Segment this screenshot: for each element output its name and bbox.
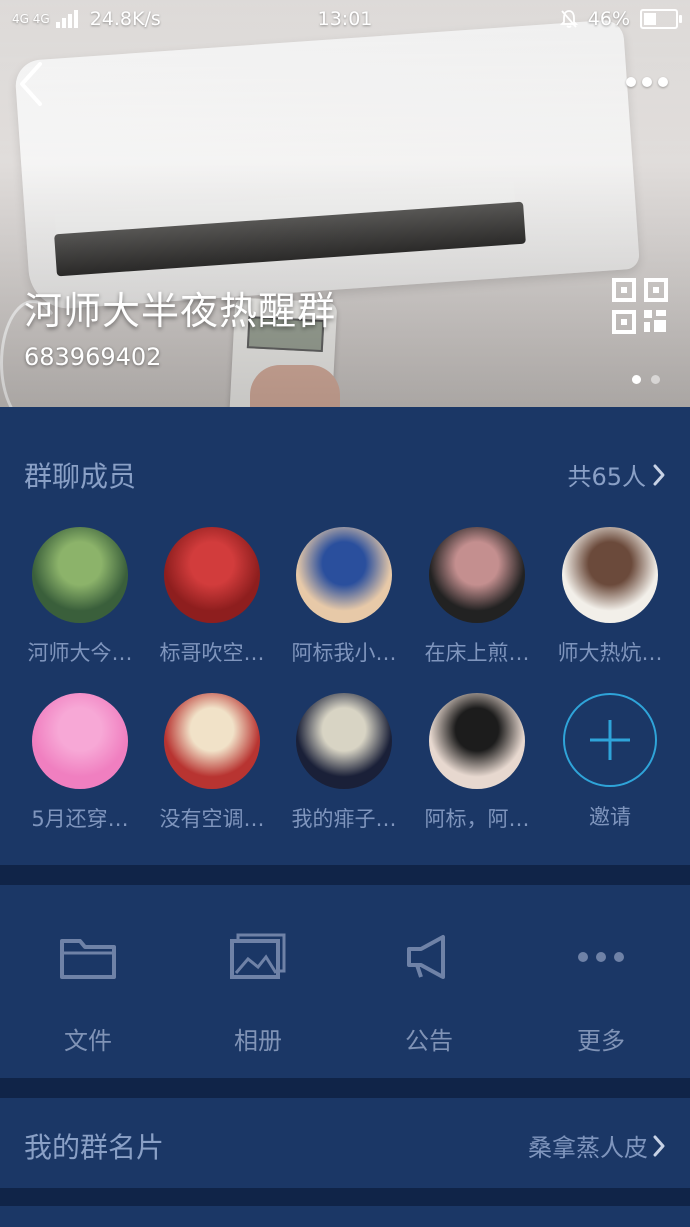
invite-member-button[interactable]: 邀请: [543, 693, 677, 831]
avatar: [296, 527, 392, 623]
folder-icon: [60, 939, 116, 979]
section-divider: [0, 865, 690, 885]
qr-code-icon: [612, 278, 668, 334]
group-id: 683969402: [24, 343, 162, 371]
chevron-right-icon: [653, 1135, 665, 1156]
dot-icon: [626, 77, 636, 87]
member-name: 阿标我小…: [291, 641, 397, 665]
avatar: [296, 693, 392, 789]
battery-percent: 46%: [587, 8, 630, 30]
page-dot-active: [632, 375, 641, 384]
album-icon: [230, 933, 286, 979]
invite-circle: [563, 693, 657, 787]
dot-icon: [642, 77, 652, 87]
member-item[interactable]: 我的痱子…: [277, 693, 411, 833]
invite-label: 邀请: [589, 805, 631, 829]
member-name: 河师大今…: [27, 641, 133, 665]
member-name: 师大热炕…: [557, 641, 663, 665]
mute-bell-icon: [559, 10, 578, 28]
members-section: 群聊成员 共65人 河师大今… 标哥吹空… 阿标我小… 在床上煎… 师大热炕… 5月还穿……: [0, 407, 690, 865]
member-item[interactable]: 标哥吹空…: [145, 527, 279, 667]
tool-album-button[interactable]: 相册: [173, 933, 343, 1056]
member-item[interactable]: 5月还穿…: [13, 693, 147, 833]
member-item[interactable]: 在床上煎…: [410, 527, 544, 667]
member-item[interactable]: 阿标，阿…: [410, 693, 544, 833]
avatar: [32, 527, 128, 623]
member-item[interactable]: 河师大今…: [13, 527, 147, 667]
my-card-value: 桑拿蒸人皮: [528, 1134, 648, 1162]
group-tools-row: 文件 相册 公告 更多: [0, 885, 690, 1078]
member-name: 阿标，阿…: [424, 807, 530, 831]
chevron-right-icon: [653, 464, 665, 485]
member-item[interactable]: 阿标我小…: [277, 527, 411, 667]
my-card-label: 我的群名片: [24, 1131, 165, 1164]
clock: 13:01: [317, 8, 373, 30]
avatar: [164, 527, 260, 623]
tool-label: 更多: [577, 1027, 625, 1055]
photo-page-indicator: [632, 375, 660, 384]
back-button[interactable]: [14, 58, 54, 110]
group-name: 河师大半夜热醒群: [24, 289, 337, 333]
tool-files-button[interactable]: 文件: [3, 933, 173, 1056]
member-name: 我的痱子…: [291, 807, 397, 831]
avatar: [429, 527, 525, 623]
group-header-photo[interactable]: 4G 4G 24.8K/s 13:01 46% 河师大半夜热醒群 6839694…: [0, 0, 690, 407]
member-name: 没有空调…: [159, 807, 265, 831]
members-count: 共65人: [567, 463, 646, 491]
plus-icon: [590, 720, 630, 760]
battery-icon: [640, 9, 682, 29]
more-icon: [578, 952, 624, 962]
member-name: 标哥吹空…: [159, 641, 265, 665]
tool-announcement-button[interactable]: 公告: [344, 933, 514, 1056]
section-divider: [0, 1188, 690, 1206]
next-section-edge: [0, 1206, 690, 1227]
members-count-link[interactable]: 共65人: [567, 457, 666, 492]
tool-label: 公告: [405, 1027, 453, 1055]
status-bar: 4G 4G 24.8K/s 13:01 46%: [0, 0, 690, 40]
member-item[interactable]: 师大热炕…: [543, 527, 677, 667]
tool-more-button[interactable]: 更多: [516, 933, 686, 1056]
tool-label: 相册: [234, 1027, 282, 1055]
more-options-button[interactable]: [626, 70, 674, 94]
megaphone-icon: [407, 935, 445, 979]
avatar: [164, 693, 260, 789]
chevron-left-icon: [20, 62, 42, 106]
section-divider: [0, 1078, 690, 1098]
avatar: [429, 693, 525, 789]
avatar: [562, 527, 658, 623]
qr-code-button[interactable]: [612, 278, 668, 334]
my-group-card-row[interactable]: 我的群名片 桑拿蒸人皮: [0, 1098, 690, 1188]
page-dot: [651, 375, 660, 384]
avatar: [32, 693, 128, 789]
member-name: 5月还穿…: [31, 807, 129, 831]
member-item[interactable]: 没有空调…: [145, 693, 279, 833]
member-name: 在床上煎…: [424, 641, 530, 665]
members-title: 群聊成员: [24, 460, 137, 493]
tool-label: 文件: [64, 1027, 112, 1055]
dot-icon: [658, 77, 668, 87]
